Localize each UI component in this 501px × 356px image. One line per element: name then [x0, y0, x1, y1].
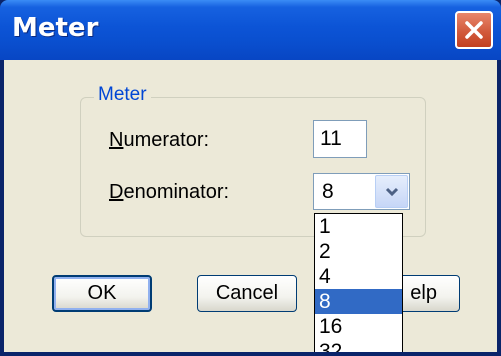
numerator-label: Numerator:: [109, 129, 210, 151]
title-bar[interactable]: Meter: [0, 0, 501, 60]
close-button[interactable]: [455, 11, 493, 49]
dropdown-option[interactable]: 4: [315, 264, 402, 289]
denominator-value: 8: [322, 180, 334, 203]
dialog-client-area: Meter Numerator: 11 Denominator: 8 OK Ca…: [4, 60, 497, 356]
denominator-dropdown-list[interactable]: 1 2 4 8 16 32: [314, 213, 403, 356]
denominator-combobox[interactable]: 8: [313, 173, 410, 210]
cancel-button[interactable]: Cancel: [197, 275, 297, 312]
close-icon: [465, 21, 483, 39]
denominator-label: Denominator:: [109, 181, 230, 203]
dialog-window: Meter Meter Numerator: 11 Denominator: 8…: [0, 0, 501, 356]
chevron-down-icon: [385, 187, 399, 197]
dropdown-option[interactable]: 2: [315, 239, 402, 264]
dropdown-option-selected[interactable]: 8: [315, 289, 402, 314]
window-bottom-border: [0, 352, 501, 356]
dropdown-option[interactable]: 16: [315, 314, 402, 339]
numerator-input[interactable]: 11: [313, 120, 367, 158]
window-title: Meter: [12, 13, 99, 43]
groupbox-label: Meter: [94, 84, 151, 106]
ok-button[interactable]: OK: [52, 275, 152, 312]
dropdown-arrow-button[interactable]: [375, 175, 408, 208]
dropdown-option[interactable]: 1: [315, 214, 402, 239]
